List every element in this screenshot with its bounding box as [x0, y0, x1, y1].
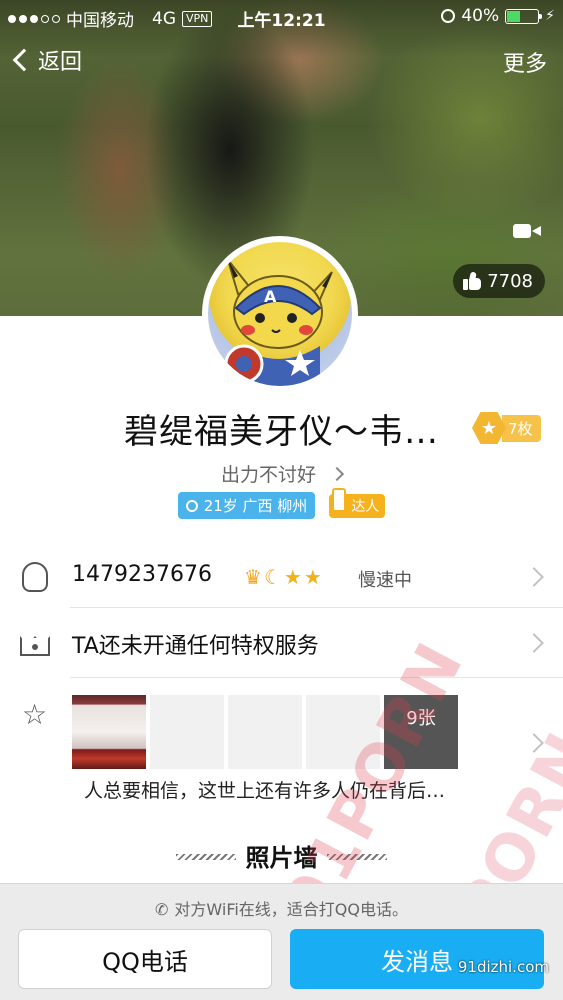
- photos-row[interactable]: ☆ 9张 人总要相信，这世上还有许多人仍在背后…: [0, 678, 563, 818]
- chevron-right-icon: [524, 733, 544, 753]
- section-title: 照片墙: [245, 844, 318, 872]
- status-bar: 中国移动 4G VPN 上午12:21 40% ⚡: [0, 0, 563, 34]
- phone-icon: [332, 487, 347, 512]
- signature-link[interactable]: 出力不讨好: [0, 460, 563, 487]
- pikachu-captain-icon: A: [224, 259, 333, 386]
- medal-count: 7枚: [502, 414, 541, 442]
- qq-call-button[interactable]: QQ电话: [18, 929, 272, 989]
- photo-strip: 9张: [72, 695, 458, 769]
- star-icon: ★: [303, 565, 322, 589]
- back-button[interactable]: 返回: [10, 44, 82, 76]
- photo-thumbnail[interactable]: [150, 695, 224, 769]
- star-icon: ★: [283, 565, 302, 589]
- daren-badge[interactable]: 达人: [329, 487, 386, 518]
- phone-handset-icon: ✆: [155, 900, 169, 919]
- photo-thumbnail[interactable]: [72, 695, 146, 769]
- site-watermark: 91dizhi.com: [457, 958, 549, 976]
- info-tag: 21岁 广西 柳州: [177, 492, 316, 519]
- gender-icon: [185, 499, 198, 512]
- photo-count: 9张: [406, 708, 436, 729]
- thumbs-up-icon: [463, 271, 482, 290]
- video-camera-icon[interactable]: [513, 222, 541, 240]
- like-count: 7708: [487, 270, 533, 292]
- charging-icon: ⚡: [545, 8, 555, 24]
- photo-thumbnail[interactable]: [306, 695, 380, 769]
- privilege-text: TA还未开通任何特权服务: [72, 634, 319, 659]
- bottom-action-bar: ✆ 对方WiFi在线，适合打QQ电话。 QQ电话 发消息: [0, 883, 563, 1000]
- section-heading: 照片墙: [0, 838, 563, 873]
- rotation-lock-icon: [441, 9, 456, 23]
- crown-icon: ♛: [244, 565, 262, 589]
- more-button[interactable]: 更多: [503, 46, 547, 78]
- avatar-image: A: [208, 242, 352, 386]
- chevron-left-icon: [12, 48, 36, 72]
- penguin-icon: [22, 562, 48, 592]
- qq-number: 1479237676: [72, 562, 212, 587]
- star-outline-icon: ☆: [22, 698, 48, 731]
- crown-outline-icon: [20, 630, 50, 656]
- daren-label: 达人: [351, 498, 380, 515]
- wifi-tip-text: 对方WiFi在线，适合打QQ电话。: [174, 900, 408, 919]
- signature-text: 出力不讨好: [220, 464, 316, 486]
- svg-text:A: A: [264, 287, 277, 306]
- battery-percent: 40%: [461, 6, 500, 26]
- chevron-right-icon: [329, 466, 345, 482]
- qq-level-icons: ♛ ☾ ★ ★: [244, 565, 322, 589]
- wifi-tip: ✆ 对方WiFi在线，适合打QQ电话。: [0, 896, 563, 920]
- qq-number-row[interactable]: 1479237676 ♛ ☾ ★ ★ 慢速中: [0, 548, 563, 608]
- profile-tags: 21岁 广西 柳州 达人: [0, 487, 563, 519]
- medal-icon: ★: [472, 412, 506, 444]
- battery-icon: [505, 8, 543, 24]
- avatar[interactable]: A: [202, 236, 358, 392]
- chevron-right-icon: [524, 633, 544, 653]
- qq-status: 慢速中: [358, 570, 412, 591]
- photo-count-tile[interactable]: 9张: [384, 695, 458, 769]
- privilege-row[interactable]: TA还未开通任何特权服务: [0, 608, 563, 678]
- medal-badge[interactable]: ★ 7枚: [472, 410, 541, 446]
- back-label: 返回: [38, 50, 83, 75]
- moon-icon: ☾: [263, 565, 282, 589]
- status-right: 40% ⚡: [441, 6, 555, 26]
- photo-caption: 人总要相信，这世上还有许多人仍在背后…: [84, 780, 446, 802]
- heading-ornament: [176, 854, 236, 860]
- photo-thumbnail[interactable]: [228, 695, 302, 769]
- heading-ornament: [327, 854, 387, 860]
- info-tag-label: 21岁 广西 柳州: [203, 497, 308, 515]
- chevron-right-icon: [524, 567, 544, 587]
- like-button[interactable]: 7708: [453, 264, 545, 298]
